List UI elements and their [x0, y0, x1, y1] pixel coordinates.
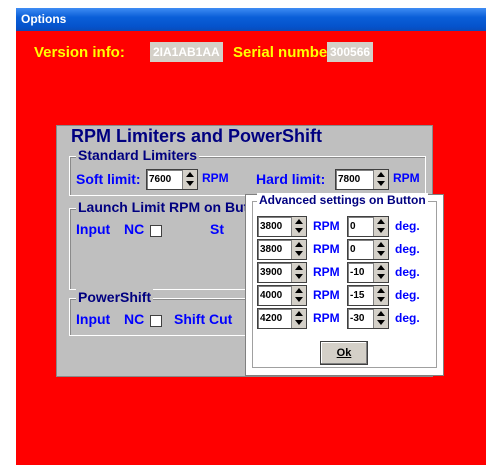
spin-up-icon[interactable] — [377, 172, 385, 177]
spin-down-icon[interactable] — [377, 181, 385, 186]
rpm-unit-label: RPM — [313, 311, 340, 325]
spin-down-icon[interactable] — [377, 274, 385, 279]
serial-number-value: 300566 — [327, 42, 374, 62]
rpm-unit-label: RPM — [313, 219, 340, 233]
rpm-unit-label: RPM — [313, 265, 340, 279]
soft-limit-value[interactable]: 7600 — [147, 170, 182, 189]
spin-down-icon[interactable] — [377, 297, 385, 302]
rpm-value[interactable]: 3900 — [258, 263, 291, 282]
degree-unit-label: deg. — [395, 265, 420, 279]
launch-nc-checkbox[interactable] — [150, 225, 162, 237]
rpm-value[interactable]: 3800 — [258, 240, 291, 259]
spin-up-icon[interactable] — [295, 288, 303, 293]
launch-input-label: Input — [76, 221, 111, 237]
degree-spinner[interactable]: 0 — [347, 216, 389, 237]
options-window: Options Version info: 2IA1AB1AA Serial n… — [16, 8, 486, 465]
degree-unit-label: deg. — [395, 311, 420, 325]
version-info-value: 2IA1AB1AA — [150, 42, 223, 62]
degree-value[interactable]: -30 — [348, 309, 373, 328]
rpm-spin-buttons[interactable] — [291, 309, 306, 328]
hard-limit-spinner[interactable]: 7800 — [335, 169, 389, 190]
degree-spin-buttons[interactable] — [373, 309, 388, 328]
window-title: Options — [21, 12, 67, 26]
spin-up-icon[interactable] — [377, 288, 385, 293]
rpm-spinner[interactable]: 4000 — [257, 285, 307, 306]
soft-limit-spin-buttons[interactable] — [182, 170, 197, 189]
spin-down-icon[interactable] — [377, 228, 385, 233]
spin-up-icon[interactable] — [295, 219, 303, 224]
degree-spin-buttons[interactable] — [373, 286, 388, 305]
rpm-spin-buttons[interactable] — [291, 286, 306, 305]
serial-number-label: Serial number: — [233, 44, 339, 61]
powershift-input-label: Input — [76, 311, 111, 327]
rpm-value[interactable]: 3800 — [258, 217, 291, 236]
spin-down-icon[interactable] — [295, 274, 303, 279]
degree-value[interactable]: -15 — [348, 286, 373, 305]
rpm-spin-buttons[interactable] — [291, 263, 306, 282]
launch-limit-title: Launch Limit RPM on Button — [76, 199, 273, 215]
degree-spinner[interactable]: -10 — [347, 262, 389, 283]
advanced-settings-group: Advanced settings on Button 3800 RPM 0 de… — [252, 193, 437, 368]
degree-spinner[interactable]: -30 — [347, 308, 389, 329]
degree-spin-buttons[interactable] — [373, 217, 388, 236]
powershift-title: PowerShift — [76, 289, 154, 305]
degree-unit-label: deg. — [395, 219, 420, 233]
advanced-settings-title: Advanced settings on Button — [257, 193, 428, 207]
advanced-settings-popup: Advanced settings on Button 3800 RPM 0 de… — [245, 193, 444, 376]
soft-limit-spinner[interactable]: 7600 — [146, 169, 198, 190]
standard-limiters-title: Standard Limiters — [76, 147, 200, 163]
degree-value[interactable]: 0 — [348, 217, 373, 236]
degree-value[interactable]: -10 — [348, 263, 373, 282]
powershift-nc-label: NC — [124, 311, 145, 327]
spin-down-icon[interactable] — [295, 228, 303, 233]
spin-up-icon[interactable] — [377, 242, 385, 247]
spin-down-icon[interactable] — [295, 297, 303, 302]
spin-up-icon[interactable] — [295, 311, 303, 316]
degree-value[interactable]: 0 — [348, 240, 373, 259]
panel-title: RPM Limiters and PowerShift — [69, 126, 325, 147]
hard-limit-unit: RPM — [393, 171, 420, 185]
ok-button[interactable]: Ok — [320, 341, 368, 365]
rpm-value[interactable]: 4000 — [258, 286, 291, 305]
spin-down-icon[interactable] — [295, 320, 303, 325]
degree-spinner[interactable]: 0 — [347, 239, 389, 260]
ok-button-label: Ok — [336, 347, 352, 359]
spin-up-icon[interactable] — [377, 219, 385, 224]
hard-limit-spin-buttons[interactable] — [373, 170, 388, 189]
spin-down-icon[interactable] — [295, 251, 303, 256]
rpm-unit-label: RPM — [313, 242, 340, 256]
degree-unit-label: deg. — [395, 288, 420, 302]
rpm-spinner[interactable]: 3900 — [257, 262, 307, 283]
degree-spin-buttons[interactable] — [373, 240, 388, 259]
rpm-value[interactable]: 4200 — [258, 309, 291, 328]
rpm-spinner[interactable]: 4200 — [257, 308, 307, 329]
spin-up-icon[interactable] — [295, 265, 303, 270]
powershift-nc-checkbox[interactable] — [150, 315, 162, 327]
degree-spinner[interactable]: -15 — [347, 285, 389, 306]
spin-up-icon[interactable] — [186, 172, 194, 177]
soft-limit-unit: RPM — [202, 171, 229, 185]
hard-limit-value[interactable]: 7800 — [336, 170, 373, 189]
launch-nc-label: NC — [124, 221, 145, 237]
launch-cut-label: St — [210, 221, 224, 237]
degree-spin-buttons[interactable] — [373, 263, 388, 282]
rpm-spinner[interactable]: 3800 — [257, 239, 307, 260]
hard-limit-label: Hard limit: — [256, 171, 326, 187]
shift-cut-label: Shift Cut — [174, 311, 233, 327]
soft-limit-label: Soft limit: — [76, 171, 141, 187]
rpm-spin-buttons[interactable] — [291, 240, 306, 259]
rpm-unit-label: RPM — [313, 288, 340, 302]
degree-unit-label: deg. — [395, 242, 420, 256]
version-info-label: Version info: — [34, 44, 125, 61]
title-bar[interactable]: Options — [16, 8, 486, 31]
spin-up-icon[interactable] — [295, 242, 303, 247]
rpm-spinner[interactable]: 3800 — [257, 216, 307, 237]
spin-down-icon[interactable] — [186, 181, 194, 186]
spin-up-icon[interactable] — [377, 265, 385, 270]
spin-down-icon[interactable] — [377, 320, 385, 325]
spin-up-icon[interactable] — [377, 311, 385, 316]
standard-limiters-group: Standard Limiters Soft limit: 7600 RPM H… — [69, 147, 426, 196]
spin-down-icon[interactable] — [377, 251, 385, 256]
rpm-spin-buttons[interactable] — [291, 217, 306, 236]
